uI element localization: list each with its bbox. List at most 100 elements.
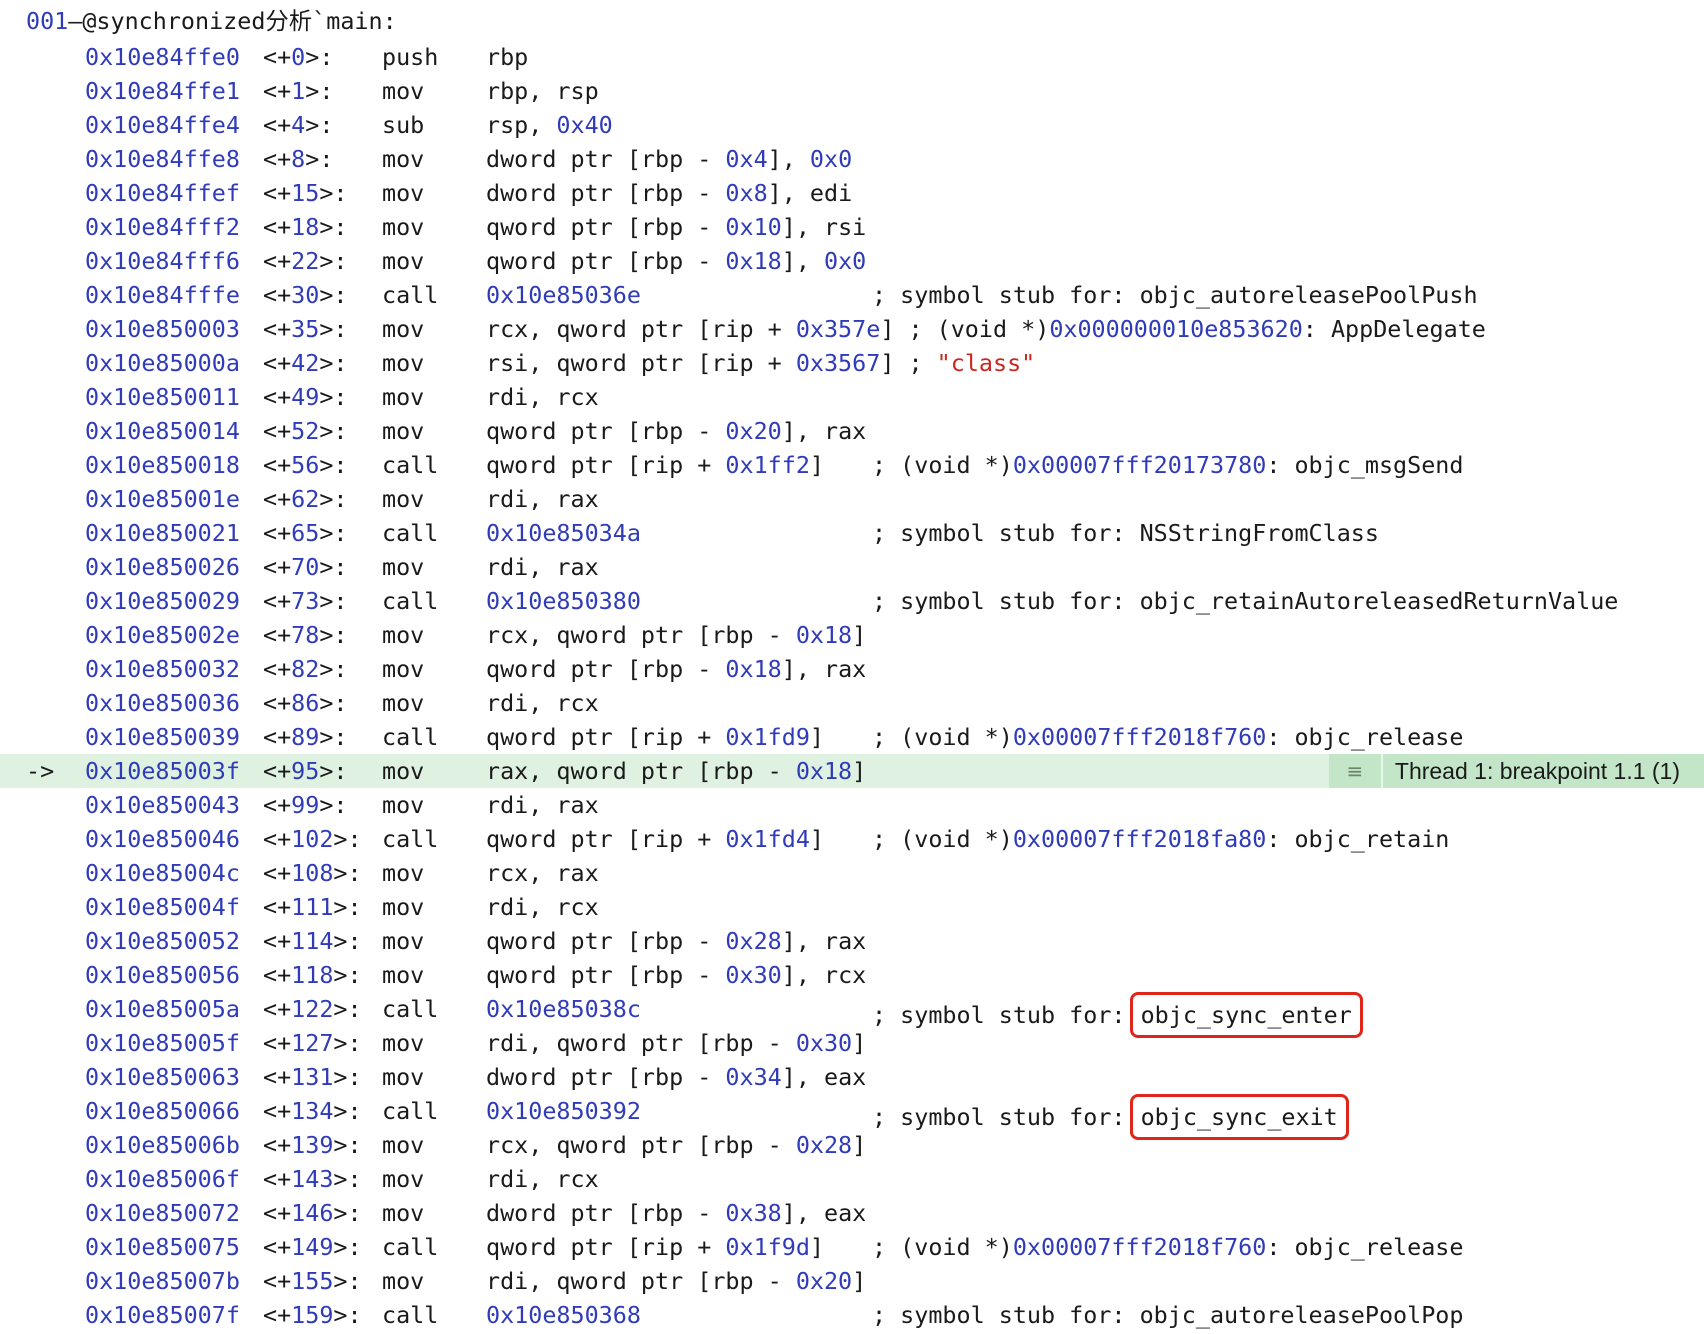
instruction-address: 0x10e850043: [85, 791, 240, 819]
instruction-row[interactable]: 0x10e850066 <+134>: call 0x10e850392 ; symbo…: [0, 1094, 1704, 1140]
instruction-mnemonic: call: [382, 519, 439, 547]
instruction-mnemonic: mov: [382, 1165, 425, 1193]
instruction-row[interactable]: 0x10e850026 <+70>: mov rdi, rax: [0, 550, 1704, 584]
current-instruction-row[interactable]: -> 0x10e85003f <+95>: mov rax, qword ptr [rb…: [0, 754, 1704, 788]
instruction-address: 0x10e85003f: [85, 757, 240, 785]
instruction-row[interactable]: 0x10e85007f <+159>: call 0x10e850368 ; symbo…: [0, 1298, 1704, 1332]
operand-hex: 0x10: [725, 213, 782, 241]
instruction-row[interactable]: 0x10e850014 <+52>: mov qword ptr [rbp - 0x2…: [0, 414, 1704, 448]
instruction-address: 0x10e84fff6: [85, 247, 240, 275]
instruction-operands: qword ptr [rip + 0x1ff2]: [486, 448, 824, 482]
instruction-row[interactable]: 0x10e84ffe8 <+8>: mov dword ptr [rbp - 0x4]…: [0, 142, 1704, 176]
instruction-operands: qword ptr [rbp - 0x10], rsi: [486, 210, 866, 244]
offset-value: 70: [291, 553, 320, 581]
instruction-offset: <+86>:: [263, 689, 348, 717]
instruction-row[interactable]: 0x10e84ffe0 <+0>: push rbp: [0, 40, 1704, 74]
operand-text: ]: [809, 1233, 824, 1261]
operand-text: qword ptr [rbp -: [486, 213, 726, 241]
instruction-mnemonic: mov: [382, 485, 425, 513]
instruction-row[interactable]: 0x10e85007b <+155>: mov rdi, qword ptr [rbp…: [0, 1264, 1704, 1298]
comment-text: ; symbol stub for:: [872, 1103, 1140, 1131]
operand-hex: 0x3567: [795, 349, 881, 377]
instruction-row[interactable]: 0x10e85004f <+111>: mov rdi, rcx: [0, 890, 1704, 924]
current-pc-arrow: ->: [26, 757, 55, 785]
offset-value: 65: [291, 519, 320, 547]
instruction-row[interactable]: 0x10e84ffe4 <+4>: sub rsp, 0x40: [0, 108, 1704, 142]
instruction-row[interactable]: 0x10e850039 <+89>: call qword ptr [rip + 0x…: [0, 720, 1704, 754]
instruction-mnemonic: call: [382, 451, 439, 479]
operand-text: ], rcx: [781, 961, 867, 989]
instruction-comment: ; symbol stub for: objc_autoreleasePoolP…: [872, 1298, 1463, 1332]
instruction-address: 0x10e850075: [85, 1233, 240, 1261]
instruction-address: 0x10e84fffe: [85, 281, 240, 309]
instruction-row[interactable]: 0x10e85002e <+78>: mov rcx, qword ptr [rbp …: [0, 618, 1704, 652]
instruction-row[interactable]: 0x10e850056 <+118>: mov qword ptr [rbp - 0x…: [0, 958, 1704, 992]
instruction-offset: <+149>:: [263, 1233, 362, 1261]
instruction-row[interactable]: 0x10e850036 <+86>: mov rdi, rcx: [0, 686, 1704, 720]
operand-hex: 0x8: [725, 179, 768, 207]
instruction-row[interactable]: 0x10e850021 <+65>: call 0x10e85034a ; symbol…: [0, 516, 1704, 550]
instruction-row[interactable]: 0x10e85005f <+127>: mov rdi, qword ptr [rbp…: [0, 1026, 1704, 1060]
instruction-row[interactable]: 0x10e850032 <+82>: mov qword ptr [rbp - 0x1…: [0, 652, 1704, 686]
offset-value: 86: [291, 689, 320, 717]
instruction-mnemonic: mov: [382, 893, 425, 921]
offset-value: 122: [291, 995, 334, 1023]
instruction-comment: ; symbol stub for: objc_autoreleasePoolP…: [872, 278, 1478, 312]
operand-text: qword ptr [rbp -: [486, 247, 726, 275]
instruction-operands: rdi, rax: [486, 788, 599, 822]
instruction-row[interactable]: 0x10e84fffe <+30>: call 0x10e85036e ; symbol…: [0, 278, 1704, 312]
instruction-row[interactable]: 0x10e85006b <+139>: mov rcx, qword ptr [rbp…: [0, 1128, 1704, 1162]
instruction-address: 0x10e850018: [85, 451, 240, 479]
operand-hex: 0x10e85034a: [486, 519, 641, 547]
instruction-operands: rsp, 0x40: [486, 108, 613, 142]
operand-hex: 0x30: [725, 961, 782, 989]
instruction-row[interactable]: 0x10e850075 <+149>: call qword ptr [rip + 0…: [0, 1230, 1704, 1264]
instruction-offset: <+99>:: [263, 791, 348, 819]
instruction-operands: rdi, rcx: [486, 686, 599, 720]
instruction-row[interactable]: 0x10e84fff6 <+22>: mov qword ptr [rbp - 0x1…: [0, 244, 1704, 278]
operand-text: dword ptr [rbp -: [486, 179, 726, 207]
instruction-row[interactable]: 0x10e84ffef <+15>: mov dword ptr [rbp - 0x8…: [0, 176, 1704, 210]
instruction-row[interactable]: 0x10e850063 <+131>: mov dword ptr [rbp - 0x…: [0, 1060, 1704, 1094]
instruction-row[interactable]: 0x10e85004c <+108>: mov rcx, rax: [0, 856, 1704, 890]
instruction-row[interactable]: 0x10e85001e <+62>: mov rdi, rax: [0, 482, 1704, 516]
operand-hex: 0x10e850392: [486, 1097, 641, 1125]
instruction-row[interactable]: 0x10e850018 <+56>: call qword ptr [rip + 0x…: [0, 448, 1704, 482]
offset-value: 139: [291, 1131, 334, 1159]
instruction-row[interactable]: 0x10e850003 <+35>: mov rcx, qword ptr [rip …: [0, 312, 1704, 346]
instruction-operands: rax, qword ptr [rbp - 0x18]: [486, 754, 866, 788]
operand-text: rcx, qword ptr [rip +: [486, 315, 796, 343]
instruction-address: 0x10e84fff2: [85, 213, 240, 241]
comment-text: ; (void *): [872, 825, 1013, 853]
breakpoint-annotation[interactable]: ≡ Thread 1: breakpoint 1.1 (1): [1328, 754, 1704, 788]
instruction-row[interactable]: 0x10e850011 <+49>: mov rdi, rcx: [0, 380, 1704, 414]
operand-hex: 0x38: [725, 1199, 782, 1227]
instruction-address: 0x10e850063: [85, 1063, 240, 1091]
instruction-row[interactable]: 0x10e850046 <+102>: call qword ptr [rip + 0…: [0, 822, 1704, 856]
instruction-address: 0x10e85007b: [85, 1267, 240, 1295]
breakpoint-menu-icon[interactable]: ≡: [1328, 754, 1381, 788]
instruction-row[interactable]: 0x10e850043 <+99>: mov rdi, rax: [0, 788, 1704, 822]
offset-value: 73: [291, 587, 320, 615]
offset-value: 4: [291, 111, 306, 139]
instruction-row[interactable]: 0x10e85005a <+122>: call 0x10e85038c ; symbo…: [0, 992, 1704, 1038]
frame-number: 001: [26, 7, 69, 35]
instruction-row[interactable]: 0x10e84ffe1 <+1>: mov rbp, rsp: [0, 74, 1704, 108]
instruction-mnemonic: mov: [382, 1267, 425, 1295]
instruction-offset: <+146>:: [263, 1199, 362, 1227]
offset-value: 15: [291, 179, 320, 207]
instruction-offset: <+30>:: [263, 281, 348, 309]
instruction-operands: rcx, qword ptr [rbp - 0x18]: [486, 618, 866, 652]
instruction-row[interactable]: 0x10e850072 <+146>: mov dword ptr [rbp - 0x…: [0, 1196, 1704, 1230]
instruction-row[interactable]: 0x10e84fff2 <+18>: mov qword ptr [rbp - 0x1…: [0, 210, 1704, 244]
instruction-offset: <+159>:: [263, 1301, 362, 1329]
offset-value: 127: [291, 1029, 334, 1057]
instruction-row[interactable]: 0x10e85006f <+143>: mov rdi, rcx: [0, 1162, 1704, 1196]
instruction-address: 0x10e84ffe4: [85, 111, 240, 139]
instruction-row[interactable]: 0x10e850052 <+114>: mov qword ptr [rbp - 0x…: [0, 924, 1704, 958]
offset-value: 143: [291, 1165, 334, 1193]
instruction-row[interactable]: 0x10e85000a <+42>: mov rsi, qword ptr [rip …: [0, 346, 1704, 380]
operand-hex: 0x1fd4: [725, 825, 810, 853]
instruction-offset: <+114>:: [263, 927, 362, 955]
instruction-row[interactable]: 0x10e850029 <+73>: call 0x10e850380 ; symbol…: [0, 584, 1704, 618]
